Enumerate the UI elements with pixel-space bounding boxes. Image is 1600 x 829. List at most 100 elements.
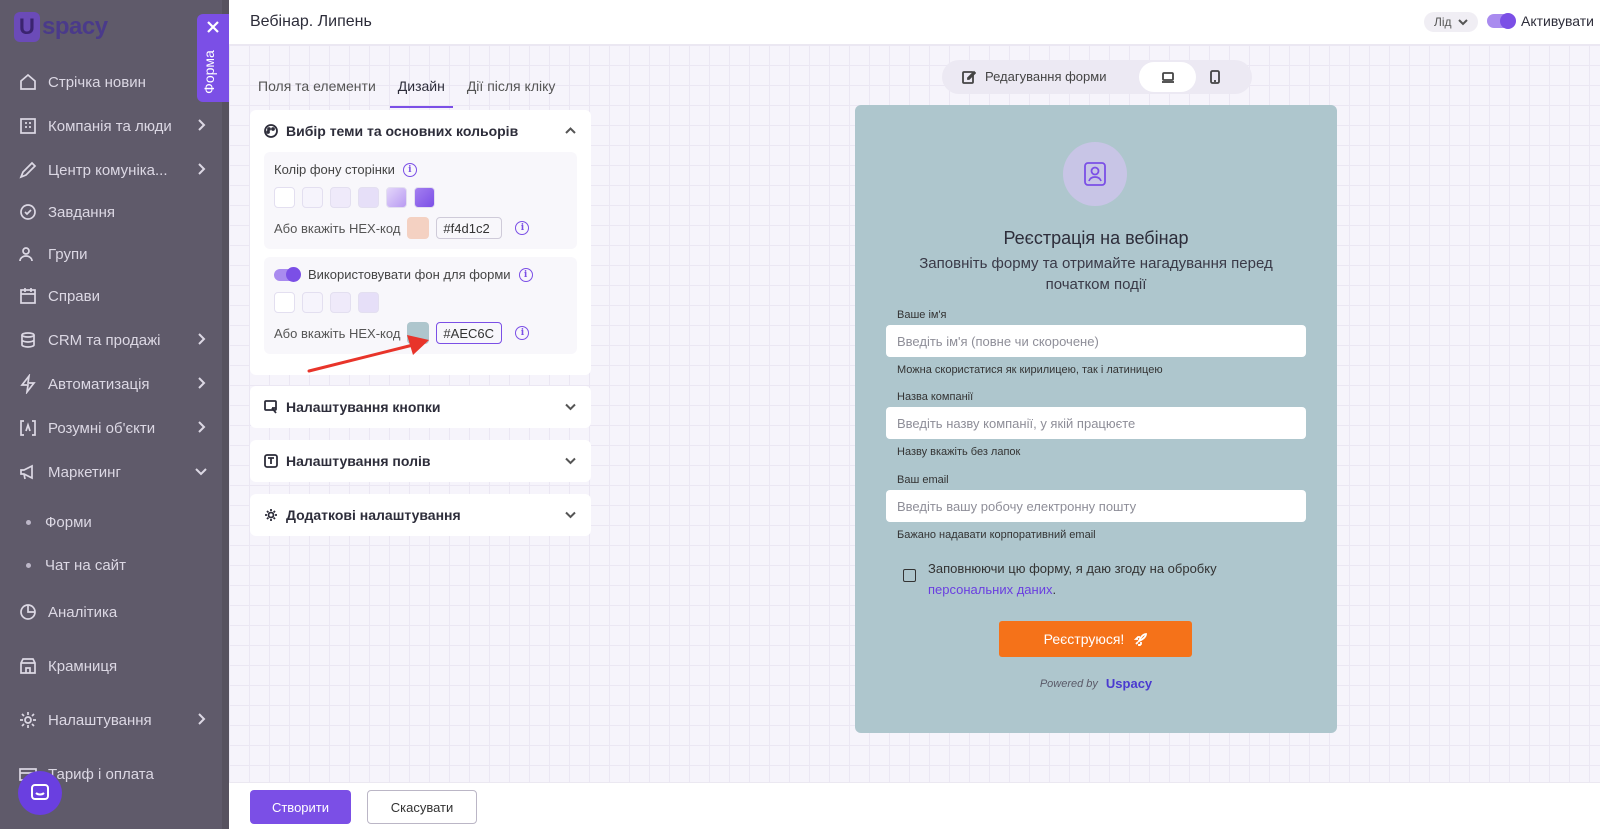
cursor-box-icon [264,400,278,414]
color-swatch[interactable] [330,187,351,208]
color-swatch[interactable] [358,292,379,313]
color-swatch[interactable] [330,292,351,313]
sidebar-item-store[interactable]: Крамниця [18,652,208,680]
form-bg-swatches [274,292,567,313]
color-swatch[interactable] [302,187,323,208]
color-swatch[interactable] [414,187,435,208]
sidebar-item-settings[interactable]: Налаштування [18,706,208,734]
form-bg-hex-input[interactable]: #AEC6C [436,322,503,344]
form-bg-toggle[interactable] [274,266,301,282]
sidebar-item-smart-objects[interactable]: Розумні об'єкти [18,414,208,442]
consent-text: Заповнюючи цю форму, я даю згоду на обро… [928,558,1283,600]
sidebar-item-marketing[interactable]: Маркетинг [18,458,208,486]
edit-form-label: Редагування форми [985,69,1107,84]
consent-row: Заповнюючи цю форму, я даю згоду на обро… [903,558,1283,600]
sidebar-item-automation[interactable]: Автоматизація [18,370,208,398]
sidebar-subitem-site-chat[interactable]: Чат на сайт [26,557,126,574]
brand-logo: Uspacy [1105,676,1153,691]
pencil-icon [18,160,38,180]
button-settings-header[interactable]: Налаштування кнопки [250,386,591,428]
sidebar-item-tasks[interactable]: Завдання [18,198,208,226]
toggle-switch[interactable] [1487,13,1516,29]
field-settings-header[interactable]: Налаштування полів [250,440,591,482]
submit-label: Реєструюся! [1043,631,1125,647]
color-swatch[interactable] [274,292,295,313]
info-icon[interactable]: i [518,267,533,282]
entity-select[interactable]: Лід [1424,12,1478,32]
consent-text-main: Заповнюючи цю форму, я даю згоду на обро… [928,561,1217,576]
submit-button[interactable]: Реєструюся! [999,621,1192,657]
chart-pie-icon [18,602,38,622]
color-swatch[interactable] [302,292,323,313]
info-icon[interactable]: i [402,162,417,177]
sidebar-item-label: CRM та продажі [48,331,161,349]
tab-design[interactable]: Дизайн [389,70,453,108]
sidebar-item-groups[interactable]: Групи [18,240,208,268]
sidebar-scrollbar[interactable] [222,0,229,829]
extra-settings-header[interactable]: Додаткові налаштування [250,494,591,536]
sidebar-item-label: Аналітика [48,603,118,621]
info-icon[interactable]: i [515,221,530,235]
email-input[interactable]: Введіть вашу робочу електронну пошту [886,490,1306,522]
tab-fields[interactable]: Поля та елементи [250,70,384,108]
laptop-icon [1161,72,1174,83]
name-input[interactable]: Введіть ім'я (повне чи скорочене) [886,325,1306,357]
cancel-button[interactable]: Скасувати [367,790,477,824]
info-icon[interactable]: i [515,326,530,340]
calendar-icon [18,286,38,306]
sidebar-subitem-forms[interactable]: Форми [26,514,92,531]
page-bg-hex-input[interactable]: #f4d1c2 [436,217,503,239]
color-swatch[interactable] [274,187,295,208]
mobile-view-button[interactable] [1206,68,1224,86]
hex-color-preview[interactable] [407,217,430,239]
color-swatch[interactable] [358,187,379,208]
field-settings-panel[interactable]: Налаштування полів [250,440,591,482]
button-settings-panel[interactable]: Налаштування кнопки [250,386,591,428]
logo[interactable]: U spacy [14,12,108,42]
personal-data-link[interactable]: персональних даних [928,582,1052,597]
consent-checkbox[interactable] [903,569,916,582]
lightning-icon [18,374,38,394]
sidebar-item-news[interactable]: Стрічка новин [18,68,208,96]
chevron-down-icon [194,464,208,478]
bottom-action-bar: Створити Скасувати [229,782,1600,829]
theme-panel-header[interactable]: Вибір теми та основних кольорів [250,110,591,152]
color-swatch[interactable] [386,187,407,208]
form-side-tab[interactable]: Форма [197,14,229,102]
chevron-up-icon [564,124,577,137]
sidebar-item-crm[interactable]: CRM та продажі [18,326,208,354]
activate-toggle[interactable]: Активувати [1487,13,1594,29]
sidebar-item-communication[interactable]: Центр комуніка... [18,156,208,184]
tab-after-click[interactable]: Дії після кліку [459,70,564,108]
logo-text: spacy [42,13,108,40]
desktop-view-button[interactable] [1139,62,1196,92]
sidebar-item-deals[interactable]: Справи [18,282,208,310]
create-button[interactable]: Створити [250,790,351,824]
form-avatar [1063,142,1127,206]
company-input[interactable]: Введіть назву компанії, у якій працюєте [886,407,1306,439]
sidebar-subitem-label: Форми [45,514,92,531]
form-tab-label: Форма [201,50,217,94]
sidebar-item-label: Маркетинг [48,463,121,481]
sidebar-item-company[interactable]: Компанія та люди [18,112,208,140]
chat-launcher-button[interactable] [18,771,62,815]
theme-panel-title: Вибір теми та основних кольорів [286,123,519,139]
bullet-icon [26,563,31,568]
sidebar: U spacy Стрічка новин Компанія та люди Ц… [0,0,229,829]
sidebar-item-analytics[interactable]: Аналітика [18,598,208,626]
header: Вебінар. Липень Лід Активувати [229,0,1600,45]
edit-form-button[interactable]: Редагування форми [962,69,1106,84]
page-bg-swatches [274,187,567,208]
entity-select-value: Лід [1434,15,1452,29]
building-icon [18,116,38,136]
annotation-arrow-icon [307,335,429,373]
users-icon [18,244,38,264]
check-circle-icon [18,202,38,222]
extra-settings-panel[interactable]: Додаткові налаштування [250,494,591,536]
store-icon [18,656,38,676]
close-icon[interactable] [204,18,222,36]
brackets-icon [18,418,38,438]
company-hint: Назву вкажіть без лапок [897,446,1021,458]
sidebar-item-label: Налаштування [48,711,152,729]
company-label: Назва компанії [897,391,974,403]
